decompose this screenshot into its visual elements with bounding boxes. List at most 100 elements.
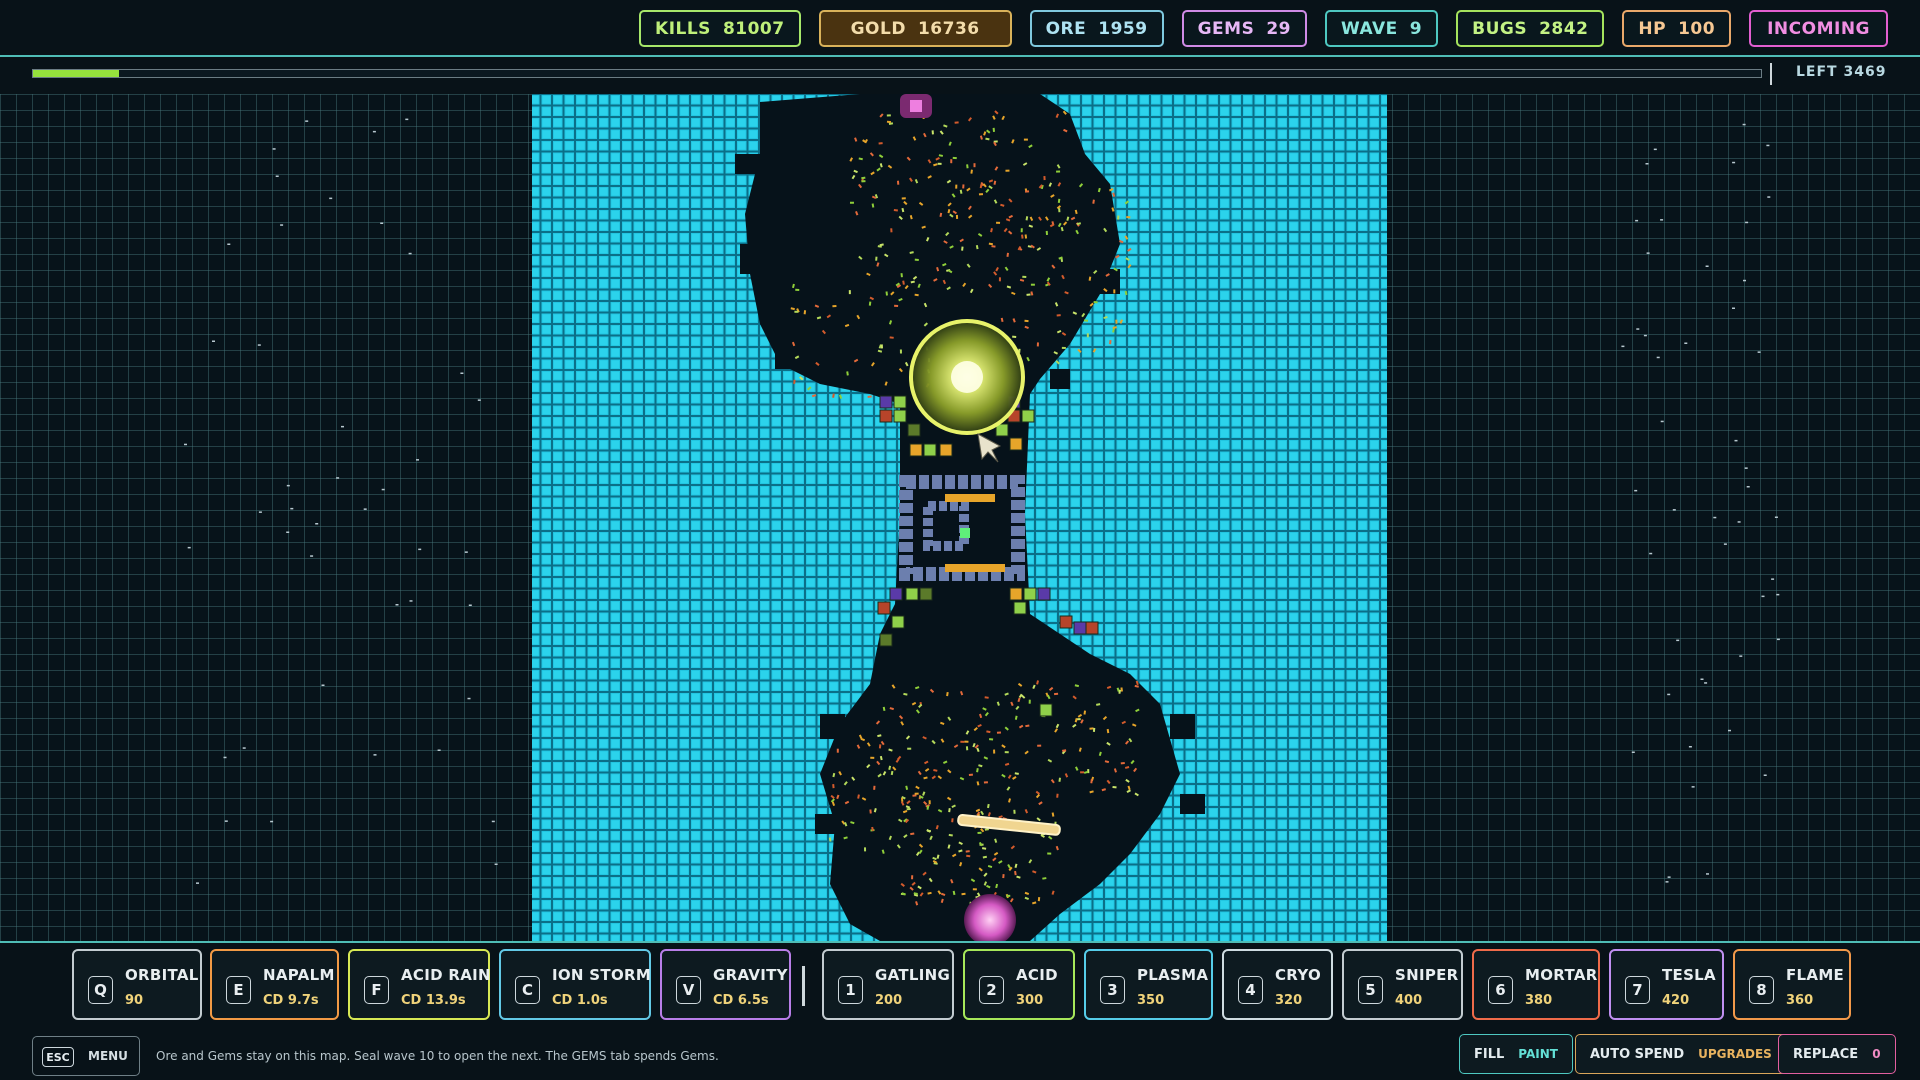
bug	[1120, 761, 1125, 765]
auto-spend-button[interactable]: AUTO SPEND UPGRADES	[1575, 1034, 1787, 1074]
bug	[1036, 342, 1039, 347]
stray-bug	[1653, 148, 1657, 151]
stray-bug	[242, 747, 246, 749]
turret-block[interactable]	[1073, 621, 1087, 635]
turret-block[interactable]	[1023, 587, 1037, 601]
turret-block[interactable]	[893, 395, 907, 409]
ability-cooldown: CD 13.9s	[401, 993, 466, 1008]
hotkey-2: 2	[979, 976, 1004, 1004]
bug	[1115, 319, 1118, 324]
ability-gravity[interactable]: V GRAVITY CD 6.5s	[660, 949, 791, 1020]
stray-bug	[1776, 638, 1780, 641]
turret-cryo[interactable]: 4 CRYO 320	[1222, 949, 1333, 1020]
turret-sniper[interactable]: 5 SNIPER 400	[1342, 949, 1463, 1020]
stray-bug	[258, 511, 262, 513]
stray-bug	[1763, 774, 1767, 776]
bug	[955, 184, 958, 189]
ability-name: NAPALM	[263, 966, 335, 984]
stray-bug	[224, 820, 228, 822]
stray-bug	[305, 120, 309, 122]
turret-name: PLASMA	[1137, 966, 1209, 984]
bug	[864, 847, 867, 852]
stray-bug	[1713, 516, 1717, 519]
stat-kills: KILLS 81007	[639, 10, 801, 47]
turret-block[interactable]	[1037, 587, 1051, 601]
bug	[794, 310, 799, 313]
ability-orbital[interactable]: Q ORBITAL 90	[72, 949, 202, 1020]
game-map[interactable]	[0, 94, 1920, 941]
ability-ion-storm[interactable]: C ION STORM CD 1.0s	[499, 949, 651, 1020]
turret-name: GATLING	[875, 966, 951, 984]
turret-name: SNIPER	[1395, 966, 1459, 984]
turret-block[interactable]	[879, 633, 893, 647]
ability-acid-rain[interactable]: F ACID RAIN CD 13.9s	[348, 949, 491, 1020]
turret-block[interactable]	[889, 587, 903, 601]
stat-kills-label: KILLS	[655, 18, 711, 39]
stray-bug	[372, 130, 376, 133]
hotkey-v: V	[676, 976, 701, 1004]
turret-block[interactable]	[919, 587, 933, 601]
turret-mortar[interactable]: 6 MORTAR 380	[1472, 949, 1600, 1020]
turret-block[interactable]	[1013, 601, 1027, 615]
bug	[1028, 699, 1031, 704]
turret-block[interactable]	[1021, 409, 1035, 423]
turret-block[interactable]	[905, 587, 919, 601]
turret-flame[interactable]: 8 FLAME 360	[1733, 949, 1851, 1020]
game-map-canvas[interactable]	[0, 94, 1920, 941]
bug	[1020, 228, 1023, 233]
turret-block[interactable]	[939, 443, 953, 457]
turret-block[interactable]	[879, 395, 893, 409]
bug	[1056, 314, 1061, 317]
turret-block[interactable]	[891, 615, 905, 629]
bug	[978, 193, 984, 196]
bug	[886, 114, 891, 117]
stat-gold-value: 16736	[917, 18, 980, 39]
stray-bug	[275, 175, 279, 177]
turret-block[interactable]	[1085, 621, 1099, 635]
stray-bug	[1745, 221, 1749, 224]
stat-bugs: BUGS 2842	[1456, 10, 1605, 47]
bug	[955, 214, 959, 219]
turret-block[interactable]	[879, 409, 893, 423]
turret-tesla[interactable]: 7 TESLA 420	[1609, 949, 1724, 1020]
bug	[931, 130, 934, 135]
turret-block[interactable]	[1059, 615, 1073, 629]
stray-bug	[1691, 786, 1695, 788]
bug	[1058, 208, 1061, 213]
bug	[848, 290, 851, 295]
turret-block[interactable]	[1039, 703, 1053, 717]
stray-bug	[1672, 509, 1676, 511]
ability-cooldown: CD 1.0s	[552, 993, 608, 1008]
turret-block[interactable]	[893, 409, 907, 423]
stray-bug	[1732, 161, 1736, 164]
turret-block[interactable]	[909, 443, 923, 457]
fill-paint-button[interactable]: FILL PAINT	[1459, 1034, 1573, 1074]
bug	[998, 277, 1001, 282]
replace-label: REPLACE	[1793, 1046, 1859, 1062]
stray-bug	[1723, 543, 1727, 545]
turret-block[interactable]	[907, 423, 921, 437]
turret-cost: 360	[1786, 993, 1814, 1008]
menu-button[interactable]: ESC MENU	[32, 1036, 140, 1076]
turret-block[interactable]	[877, 601, 891, 615]
bug	[1002, 874, 1005, 879]
turret-block[interactable]	[923, 443, 937, 457]
replace-button[interactable]: REPLACE 0	[1778, 1034, 1896, 1074]
turret-plasma[interactable]: 3 PLASMA 350	[1084, 949, 1213, 1020]
turret-cost: 380	[1525, 993, 1553, 1008]
ability-napalm[interactable]: E NAPALM CD 9.7s	[210, 949, 339, 1020]
bug	[928, 800, 931, 805]
turret-block[interactable]	[1009, 587, 1023, 601]
bug	[993, 749, 996, 754]
stray-bug	[272, 148, 276, 150]
turret-acid[interactable]: 2 ACID 300	[963, 949, 1075, 1020]
stray-bug	[1660, 219, 1664, 221]
turret-gatling[interactable]: 1 GATLING 200	[822, 949, 954, 1020]
stray-bug	[409, 600, 413, 602]
turret-block[interactable]	[1009, 437, 1023, 451]
bug	[960, 740, 965, 743]
stray-bug	[1643, 334, 1647, 337]
bug	[1030, 283, 1035, 286]
stat-gems[interactable]: GEMS 29	[1181, 10, 1307, 47]
hotkey-1: 1	[838, 976, 863, 1004]
